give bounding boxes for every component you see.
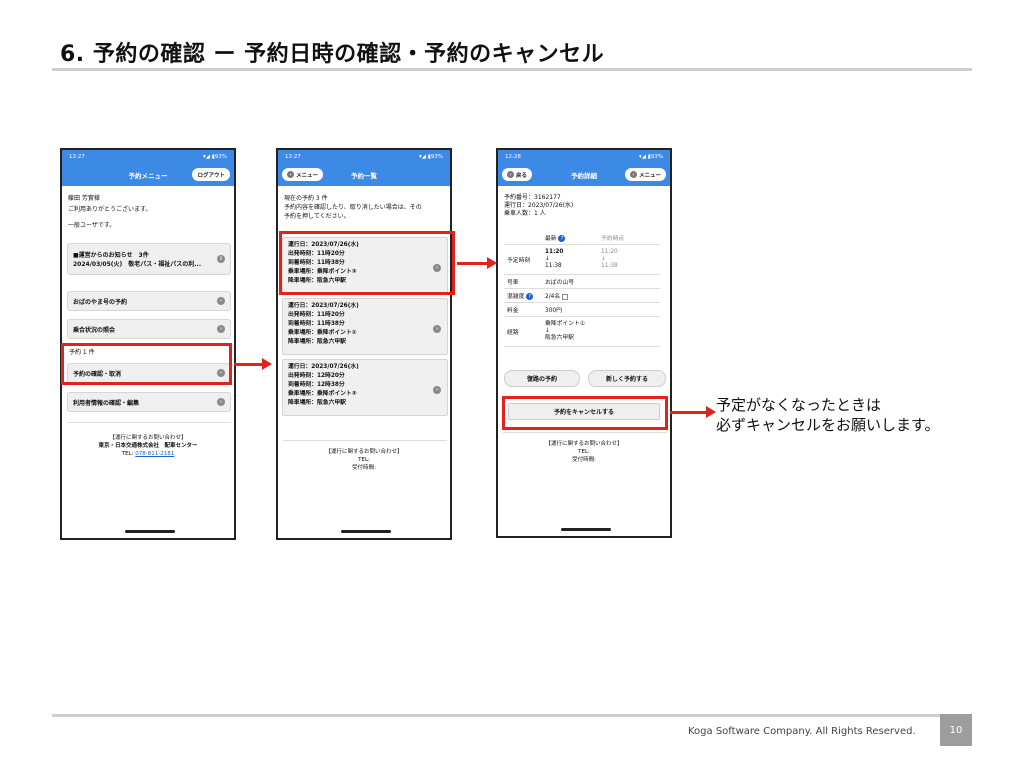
highlight-cancel-button: [502, 396, 668, 430]
chevron-right-icon: ›: [217, 297, 225, 305]
copyright: Koga Software Company. All Rights Reserv…: [688, 726, 916, 737]
notice-button[interactable]: ■運営からのお知らせ 3件 2024/03/05(火) 敬老パス・福祉パスの利.…: [67, 243, 231, 275]
reservation-count-text: 現在の予約 3 件: [284, 195, 328, 202]
arrow-head: [262, 358, 272, 370]
notice-detail: 2024/03/05(火) 敬老パス・福祉パスの利...: [73, 261, 202, 268]
gesture-bar[interactable]: [125, 530, 175, 533]
row-label-route: 経路: [504, 316, 542, 347]
back-button[interactable]: ‹ 戻る: [502, 168, 533, 181]
info-icon[interactable]: ?: [526, 293, 534, 300]
route-value: 乗降ポイント① ↓ 阪急六甲駅: [542, 316, 660, 347]
reservation-number: 予約番号：3162177: [504, 194, 561, 201]
booking-time: 11:20 ↓ 11:38: [598, 244, 660, 275]
highlight-first-reservation: [279, 231, 455, 295]
status-bar: 12:28 ▾◢ ▮93%: [498, 150, 670, 164]
app-bar: 予約メニュー ログアウト: [62, 164, 234, 186]
app-bar: ‹ 戻る 予約詳細 ‹ メニュー: [498, 164, 670, 186]
status-bar: 12:27 ▾◢ ▮93%: [278, 150, 450, 164]
thanks-text: ご利用ありがとうございます。: [68, 206, 152, 213]
passenger-count: 乗車人数：1 人: [504, 210, 546, 217]
row-label-congestion: 混雑度 ?: [504, 288, 542, 303]
battery-indicator: ▾◢ ▮93%: [419, 154, 443, 160]
contact-header: 【運行に関するお問い合わせ】: [325, 449, 403, 455]
reservation-card[interactable]: 運行日：2023/07/26(水) 出発時刻：12時20分 到着時刻：12時38…: [282, 359, 448, 416]
instruction-text-2: 予約を押してください。: [284, 213, 350, 220]
contact-hours: 受付時間:: [572, 457, 596, 463]
operation-date: 運行日：2023/07/26(水): [504, 202, 574, 209]
row-label-vehicle: 号車: [504, 274, 542, 289]
contact-tel: TEL:: [578, 449, 590, 455]
col-latest: 最新 ?: [542, 231, 598, 245]
arrow-to-list: [234, 363, 264, 366]
divider: [283, 440, 447, 441]
arrow-to-note: [670, 411, 708, 414]
row-label-fare: 料金: [504, 302, 542, 317]
info-icon: i: [217, 255, 225, 263]
info-icon[interactable]: ?: [558, 235, 566, 242]
screen-title: 予約詳細: [571, 172, 597, 180]
instruction-text-1: 予約内容を確認したり、取り消したい場合は、その: [284, 204, 422, 211]
arrow-to-detail: [457, 262, 489, 265]
gesture-bar[interactable]: [561, 528, 611, 531]
highlight-confirm-cancel: [61, 343, 232, 385]
notice-title: ■運営からのお知らせ 3件: [73, 252, 149, 259]
user-info-button[interactable]: 利用者情報の確認・編集 ›: [67, 392, 231, 412]
phone-screen-detail: 12:28 ▾◢ ▮93% ‹ 戻る 予約詳細 ‹ メニュー 予約番号：316217…: [496, 148, 672, 538]
phone-screen-list: 12:27 ▾◢ ▮93% ‹ メニュー 予約一覧 現在の予約 3 件 予約内容を…: [276, 148, 452, 540]
screen-title: 予約メニュー: [128, 172, 168, 180]
ohanoyama-reservation-button[interactable]: おばのやま号の予約 ›: [67, 291, 231, 311]
chevron-right-icon: ›: [433, 386, 441, 394]
reservation-detail-table: 最新 ? 予約時点 予定時刻 11:20 ↓ 11:38 11:20 ↓ 11:38 号…: [504, 231, 660, 347]
chevron-left-icon: ‹: [287, 171, 294, 178]
reservation-card[interactable]: 運行日：2023/07/26(水) 出発時刻：11時20分 到着時刻：11時38…: [282, 298, 448, 355]
chevron-right-icon: ›: [217, 325, 225, 333]
vehicle-value: おばの山号: [542, 274, 660, 289]
clock: 12:27: [69, 154, 85, 160]
col-at-booking: 予約時点: [598, 231, 660, 245]
chevron-right-icon: ›: [433, 325, 441, 333]
latest-time: 11:20 ↓ 11:38: [542, 244, 598, 275]
cancel-note: 予定がなくなったときは 必ずキャンセルをお願いします。: [716, 396, 940, 434]
menu-back-button[interactable]: ‹ メニュー: [282, 168, 324, 181]
chevron-left-icon: ‹: [629, 171, 637, 178]
arrow-head: [706, 406, 716, 418]
divider: [67, 422, 231, 423]
divider: [503, 432, 667, 433]
title-divider: [52, 68, 972, 71]
battery-indicator: ▾◢ ▮93%: [639, 154, 663, 160]
menu-button[interactable]: ‹ メニュー: [624, 168, 666, 181]
user-name: 藤田 芳實様: [68, 195, 100, 202]
congestion-inquiry-button[interactable]: 乗合状況の照会 ›: [67, 319, 231, 339]
clock: 12:28: [505, 154, 521, 160]
chevron-left-icon: ‹: [507, 171, 514, 178]
tel-link[interactable]: 078-811-2181: [135, 451, 174, 457]
return-trip-button[interactable]: 復路の予約: [504, 370, 580, 387]
contact-company: 東京・日本交通株式会社 配車センター: [98, 443, 198, 449]
status-bar: 12:27 ▾◢ ▮93%: [62, 150, 234, 164]
gesture-bar[interactable]: [341, 530, 391, 533]
screen-title: 予約一覧: [351, 172, 377, 180]
new-reservation-button[interactable]: 新しく予約する: [588, 370, 666, 387]
arrow-head: [487, 257, 497, 269]
slide-title: 6. 予約の確認 ー 予約日時の確認・予約のキャンセル: [60, 42, 605, 67]
congestion-bar-icon: [561, 293, 568, 300]
congestion-value: 2/4名: [542, 288, 660, 303]
battery-indicator: ▾◢ ▮93%: [203, 154, 227, 160]
contact-tel: TEL: 078-811-2181: [121, 451, 175, 457]
user-type: 一般ユーザです。: [68, 222, 116, 229]
logout-button[interactable]: ログアウト: [192, 168, 230, 181]
clock: 12:27: [285, 154, 301, 160]
contact-header: 【運行に関するお問い合わせ】: [545, 441, 623, 447]
app-bar: ‹ メニュー 予約一覧: [278, 164, 450, 186]
chevron-right-icon: ›: [217, 398, 225, 406]
fare-value: 300円: [542, 302, 660, 317]
contact-hours: 受付時間:: [352, 465, 376, 471]
contact-tel: TEL:: [358, 457, 370, 463]
row-label-time: 予定時刻: [504, 244, 542, 275]
footer-divider: [52, 714, 972, 717]
page-number: 10: [940, 714, 972, 746]
contact-header: 【運行に関するお問い合わせ】: [109, 435, 187, 441]
